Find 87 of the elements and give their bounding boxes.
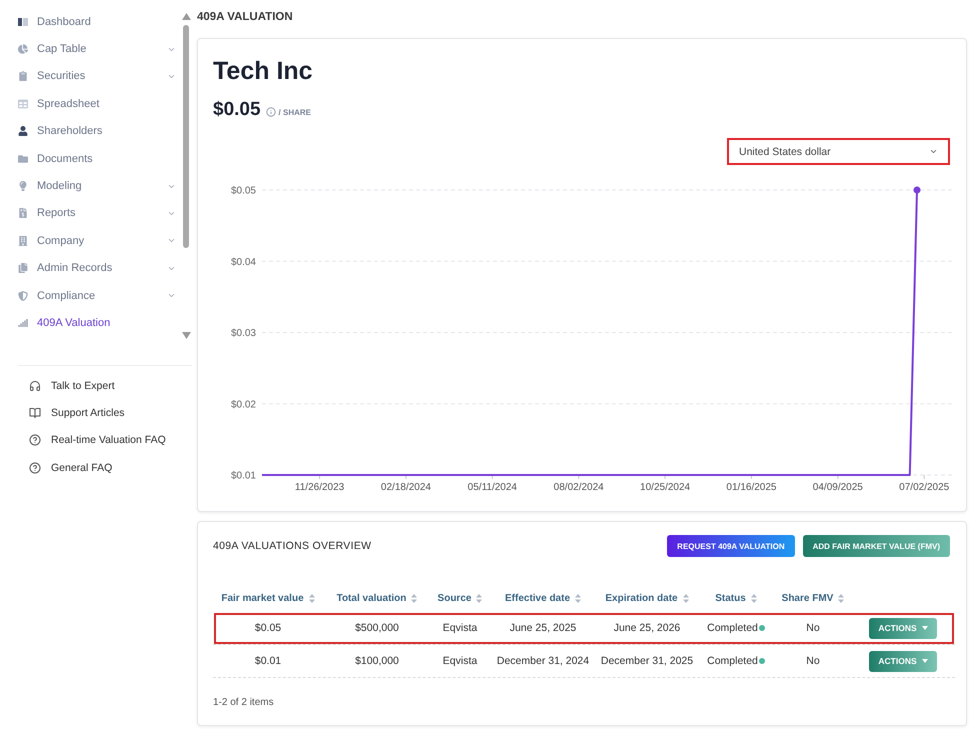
dollar-document-icon: [18, 208, 28, 218]
scrollbar-thumb[interactable]: [183, 25, 189, 248]
x-axis-label: 11/26/2023: [294, 482, 344, 493]
y-axis-label: $0.03: [230, 328, 256, 339]
documents-icon: [18, 263, 28, 274]
currency-select[interactable]: United States dollar: [727, 138, 950, 165]
headphones-icon: [28, 380, 40, 392]
scroll-down-arrow-icon[interactable]: [182, 332, 190, 339]
status-text: Completed: [707, 655, 758, 667]
column-header[interactable]: Expiration date: [597, 592, 697, 604]
table-cell: Eqvista: [442, 622, 478, 634]
table-cell: June 25, 2025: [510, 622, 576, 634]
sidebar-item[interactable]: Shareholders: [0, 118, 180, 145]
help-link[interactable]: Support Articles: [0, 399, 197, 427]
column-header[interactable]: Status: [697, 592, 775, 604]
x-axis-label: 04/09/2025: [812, 482, 863, 493]
table-cell: $0.01: [254, 655, 282, 667]
column-header[interactable]: Share FMV: [775, 592, 851, 604]
share-price: $0.05: [213, 99, 261, 121]
y-axis-label: $0.05: [230, 186, 256, 196]
x-axis-label: 02/18/2024: [380, 482, 431, 493]
pagination-summary: 1-2 of 2 items: [213, 697, 275, 709]
page-title: 409A VALUATION: [197, 10, 294, 24]
sidebar-item[interactable]: Securities: [0, 62, 180, 90]
table-cell: June 25, 2026: [614, 622, 680, 634]
panel-layout-icon: [18, 18, 28, 26]
table-icon: [18, 98, 28, 109]
add-fmv-button[interactable]: ADD FAIR MARKET VALUE (FMV): [802, 535, 950, 557]
x-axis-label: 10/25/2024: [640, 482, 690, 493]
caret-icon: [922, 626, 928, 630]
table-cell: Eqvista: [442, 655, 478, 667]
actions-button[interactable]: ACTIONS: [869, 618, 937, 638]
column-header[interactable]: Fair market value: [213, 592, 323, 604]
sidebar-item[interactable]: Reports: [0, 200, 180, 228]
chevron-icon: [929, 147, 938, 156]
sidebar-item[interactable]: Documents: [0, 144, 180, 172]
sidebar-item[interactable]: Company: [0, 227, 180, 255]
building-icon: [18, 236, 28, 246]
x-axis-label: 01/16/2025: [726, 482, 776, 493]
lightbulb-icon: [18, 181, 28, 192]
sidebar-item[interactable]: Dashboard: [0, 8, 180, 36]
y-axis-label: $0.01: [230, 470, 256, 482]
help-link[interactable]: Real-time Valuation FAQ: [0, 426, 197, 454]
column-header[interactable]: Effective date: [489, 592, 597, 604]
pie-chart-icon: [18, 44, 28, 54]
x-axis-label: 05/11/2024: [468, 482, 517, 493]
table-cell: $0.05: [254, 622, 282, 634]
table-cell: $500,000: [355, 622, 399, 634]
help-icon: [28, 462, 40, 474]
table-cell: No: [806, 622, 820, 634]
sidebar-item[interactable]: Cap Table: [0, 35, 180, 63]
company-name: Tech Inc: [213, 56, 314, 86]
person-icon: [18, 126, 28, 136]
help-link[interactable]: Talk to Expert: [0, 372, 197, 400]
x-axis-label: 08/02/2024: [554, 482, 604, 493]
request-valuation-button[interactable]: REQUEST 409A VALUATION: [667, 535, 795, 557]
sidebar-item[interactable]: Spreadsheet: [0, 90, 180, 118]
scroll-up-arrow-icon[interactable]: [182, 13, 190, 20]
sidebar-item[interactable]: Modeling: [0, 172, 180, 200]
sidebar-item[interactable]: Admin Records: [0, 254, 180, 282]
y-axis-label: $0.04: [230, 256, 256, 268]
shield-icon: [18, 290, 28, 301]
clipboard-icon: [18, 71, 28, 82]
table-cell: December 31, 2024: [496, 655, 590, 667]
y-axis-label: $0.02: [230, 399, 256, 410]
data-point-marker: [914, 186, 920, 194]
x-axis-label: 07/02/2025: [899, 482, 950, 493]
section-title: 409A VALUATIONS OVERVIEW: [213, 539, 372, 553]
column-header[interactable]: Source: [431, 592, 489, 604]
table-cell: $100,000: [355, 655, 399, 667]
table-cell: December 31, 2025: [600, 655, 694, 667]
price-unit: / SHARE: [278, 108, 311, 117]
sidebar-item[interactable]: Compliance: [0, 282, 180, 310]
caret-icon: [922, 659, 928, 663]
folder-icon: [18, 154, 28, 164]
actions-button[interactable]: ACTIONS: [869, 650, 937, 672]
status-dot-icon: [758, 625, 765, 631]
bar-chart-icon: [18, 318, 28, 328]
status-text: Completed: [707, 622, 758, 634]
column-header[interactable]: Total valuation: [323, 592, 431, 604]
status-dot-icon: [758, 658, 765, 664]
help-icon: [28, 434, 40, 446]
help-link[interactable]: General FAQ: [0, 454, 197, 482]
info-icon[interactable]: [266, 106, 276, 116]
sidebar-item[interactable]: 409A Valuation: [0, 309, 180, 337]
book-icon: [28, 407, 40, 420]
table-cell: No: [806, 655, 820, 667]
